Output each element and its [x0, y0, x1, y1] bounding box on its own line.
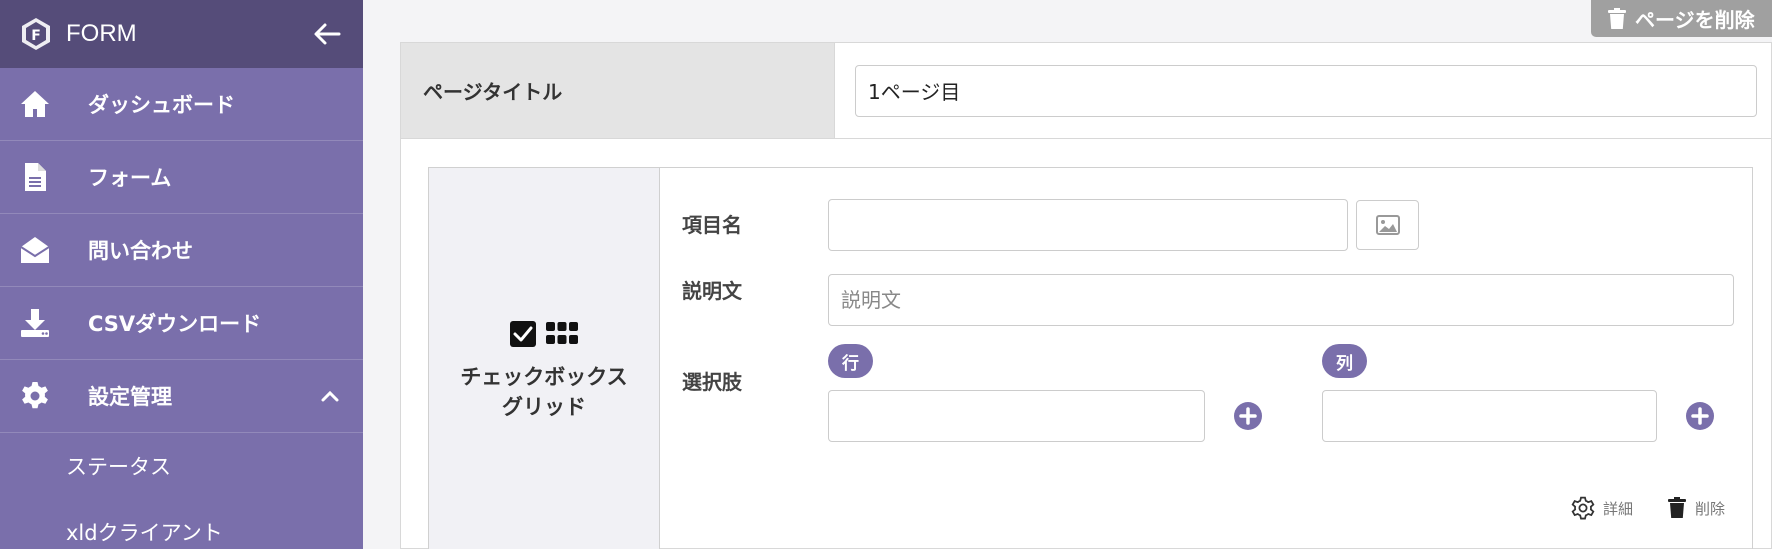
column-pill: 列: [1322, 344, 1367, 378]
svg-text:F: F: [31, 28, 41, 44]
item-name-label: 項目名: [682, 213, 742, 237]
checkbox-checked-icon: [510, 321, 536, 347]
sidebar-item-label: 設定管理: [88, 385, 172, 409]
sidebar-subitem-client[interactable]: xldクライアント: [0, 499, 363, 549]
sidebar-item-dashboard[interactable]: ダッシュボード: [0, 68, 363, 141]
page-title-row: ページタイトル: [401, 43, 1771, 139]
document-icon: [18, 160, 52, 194]
trash-icon: [1608, 7, 1626, 29]
download-icon: [18, 306, 52, 340]
gear-icon: [18, 379, 52, 413]
sidebar-item-inquiries[interactable]: 問い合わせ: [0, 214, 363, 287]
detail-label: 詳細: [1603, 499, 1634, 518]
envelope-open-icon: [18, 233, 52, 267]
row-pill: 行: [828, 344, 873, 378]
sidebar-item-label: ダッシュボード: [88, 93, 235, 117]
delete-page-button[interactable]: ページを削除: [1591, 0, 1772, 37]
add-image-button[interactable]: [1356, 200, 1419, 250]
detail-button[interactable]: 詳細: [1571, 496, 1633, 520]
delete-question-button[interactable]: 削除: [1667, 496, 1725, 520]
page-title-input-wrap: [835, 43, 1771, 138]
sidebar-item-csv-download[interactable]: CSVダウンロード: [0, 287, 363, 360]
question-type-icons: [509, 320, 579, 348]
page-panel: ページタイトル チェックボックス グリッド 項目名 説明文 選択肢: [400, 42, 1772, 549]
sidebar-subitem-status[interactable]: ステータス: [0, 433, 363, 499]
choices-label: 選択肢: [682, 370, 742, 394]
trash-icon: [1668, 497, 1686, 518]
question-type-label: チェックボックス グリッド: [460, 362, 627, 422]
sidebar-item-form[interactable]: フォーム: [0, 141, 363, 214]
description-input[interactable]: [828, 274, 1734, 326]
chevron-up-icon[interactable]: [319, 385, 341, 407]
sidebar: F FORM ダッシュボード フォーム 問い合わせ CSVダウンロード 設定管理…: [0, 0, 363, 549]
collapse-sidebar-icon[interactable]: [311, 18, 343, 50]
sidebar-item-label: 問い合わせ: [88, 239, 193, 263]
question-type-label-line2: グリッド: [502, 395, 586, 419]
sidebar-subitem-label: xldクライアント: [66, 521, 223, 545]
sidebar-item-label: CSVダウンロード: [88, 312, 262, 336]
question-type-panel: チェックボックス グリッド: [429, 168, 660, 549]
grid-dots-icon: [546, 322, 578, 344]
image-icon: [1375, 215, 1400, 235]
item-name-input[interactable]: [828, 199, 1348, 251]
home-icon: [18, 87, 52, 121]
question-type-label-line1: チェックボックス: [460, 365, 628, 389]
sidebar-subitem-label: ステータス: [66, 455, 171, 479]
delete-label: 削除: [1695, 499, 1726, 518]
column-choice-input[interactable]: [1322, 390, 1657, 442]
app-title: FORM: [66, 20, 137, 47]
page-title-input[interactable]: [855, 64, 1757, 117]
question-body: 項目名 説明文 選択肢 行 列 詳細 削除: [660, 168, 1752, 549]
question-block: チェックボックス グリッド 項目名 説明文 選択肢 行 列 詳細: [428, 167, 1753, 549]
gear-outline-icon: [1571, 496, 1595, 520]
sidebar-header: F FORM: [0, 0, 363, 68]
row-choice-input[interactable]: [828, 390, 1205, 442]
add-row-plus-icon[interactable]: [1233, 401, 1263, 431]
page-title-label: ページタイトル: [401, 43, 835, 138]
delete-page-label: ページを削除: [1635, 8, 1755, 32]
sidebar-item-settings[interactable]: 設定管理: [0, 360, 363, 433]
sidebar-item-label: フォーム: [88, 166, 172, 190]
app-logo-icon: F: [22, 18, 50, 50]
description-label: 説明文: [682, 279, 742, 303]
add-column-plus-icon[interactable]: [1685, 401, 1715, 431]
